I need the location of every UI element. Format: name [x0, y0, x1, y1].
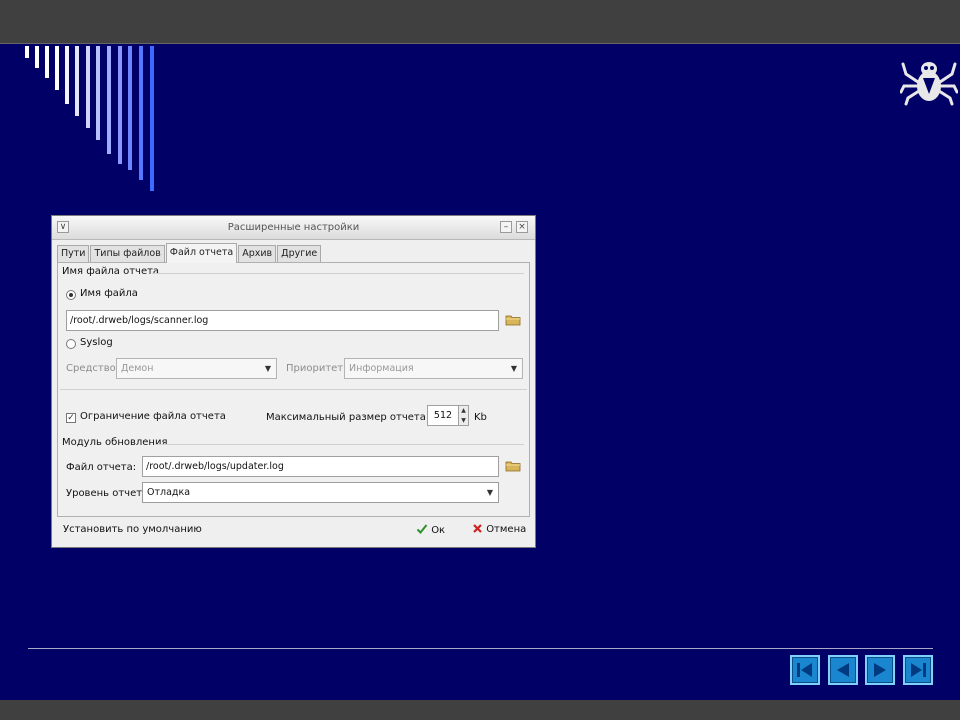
file-name-radio[interactable]	[66, 290, 76, 300]
last-page-button[interactable]	[903, 655, 933, 685]
limit-report-checkbox[interactable]: ✓	[66, 413, 76, 423]
first-page-icon	[797, 663, 812, 677]
report-level-value: Отладка	[147, 487, 191, 498]
tab-report-file[interactable]: Файл отчета	[165, 243, 238, 263]
group-divider	[60, 389, 527, 390]
stripe	[139, 46, 143, 180]
priority-label: Приоритет:	[286, 363, 347, 374]
max-size-input[interactable]: 512	[427, 405, 459, 426]
top-bar	[0, 0, 960, 44]
ok-button[interactable]: Ок	[416, 523, 445, 536]
syslog-radio[interactable]	[66, 339, 76, 349]
dialog-title: Расширенные настройки	[227, 222, 360, 233]
report-file-panel: Имя файла отчета Имя файла /root/.drweb/…	[57, 262, 530, 517]
syslog-radio-label: Syslog	[80, 337, 113, 348]
dialog-titlebar: ∨ Расширенные настройки – ×	[52, 216, 535, 240]
stripe	[35, 46, 39, 68]
chevron-down-icon: ▼	[486, 488, 493, 497]
cancel-label: Отмена	[486, 524, 527, 535]
footer-divider	[28, 648, 933, 649]
stripe	[118, 46, 122, 164]
group-divider	[156, 444, 524, 445]
report-level-select[interactable]: Отладка ▼	[142, 482, 499, 503]
file-name-radio-label: Имя файла	[80, 288, 138, 299]
limit-report-label: Ограничение файла отчета	[80, 411, 226, 422]
ok-check-icon	[416, 524, 428, 534]
stripe	[65, 46, 69, 104]
stripe	[128, 46, 132, 170]
stripe	[55, 46, 59, 90]
group-divider	[152, 273, 524, 274]
ok-label: Ок	[431, 525, 446, 536]
facility-select[interactable]: Демон ▼	[116, 358, 277, 379]
folder-icon[interactable]	[505, 460, 521, 472]
bottom-bar	[0, 700, 960, 720]
next-page-button[interactable]	[865, 655, 895, 685]
previous-page-icon	[837, 663, 849, 677]
max-size-unit: Kb	[474, 412, 487, 423]
tab-paths[interactable]: Пути	[57, 245, 90, 263]
advanced-settings-dialog: ∨ Расширенные настройки – × Пути Типы фа…	[51, 215, 536, 548]
chevron-down-icon: ▼	[510, 364, 517, 373]
last-page-icon	[911, 663, 926, 677]
stripe	[96, 46, 100, 140]
update-report-file-label: Файл отчета:	[66, 462, 137, 473]
set-defaults-button[interactable]: Установить по умолчанию	[63, 524, 202, 535]
tab-other[interactable]: Другие	[277, 245, 322, 263]
max-size-label: Максимальный размер отчета:	[266, 412, 430, 423]
cancel-button[interactable]: Отмена	[472, 523, 526, 535]
minimize-button[interactable]: –	[500, 221, 512, 233]
update-module-group-title: Модуль обновления	[62, 437, 168, 448]
priority-value: Информация	[349, 363, 414, 374]
tab-archive[interactable]: Архив	[238, 245, 277, 263]
tab-file-types[interactable]: Типы файлов	[90, 245, 165, 263]
close-button[interactable]: ×	[516, 221, 528, 233]
tab-bar: Пути Типы файлов Файл отчета Архив Други…	[57, 243, 322, 263]
report-name-group-title: Имя файла отчета	[62, 266, 160, 277]
previous-page-button[interactable]	[828, 655, 858, 685]
report-file-path-input[interactable]: /root/.drweb/logs/scanner.log	[66, 310, 499, 331]
stripe	[45, 46, 49, 78]
drweb-spider-logo	[900, 62, 958, 106]
stripe	[75, 46, 79, 116]
report-level-label: Уровень отчета:	[66, 488, 152, 499]
cancel-x-icon	[473, 524, 482, 533]
priority-select[interactable]: Информация ▼	[344, 358, 523, 379]
folder-icon[interactable]	[505, 314, 521, 326]
facility-label: Средство:	[66, 363, 120, 374]
next-page-icon	[874, 663, 886, 677]
first-page-button[interactable]	[790, 655, 820, 685]
update-report-path-input[interactable]: /root/.drweb/logs/updater.log	[142, 456, 499, 477]
chevron-down-icon: ▼	[264, 364, 271, 373]
stripe	[150, 46, 154, 191]
stripe	[86, 46, 90, 128]
stripe	[107, 46, 111, 154]
stripe	[25, 46, 29, 58]
max-size-stepper[interactable]: ▲ ▼	[459, 405, 469, 426]
facility-value: Демон	[121, 363, 154, 374]
